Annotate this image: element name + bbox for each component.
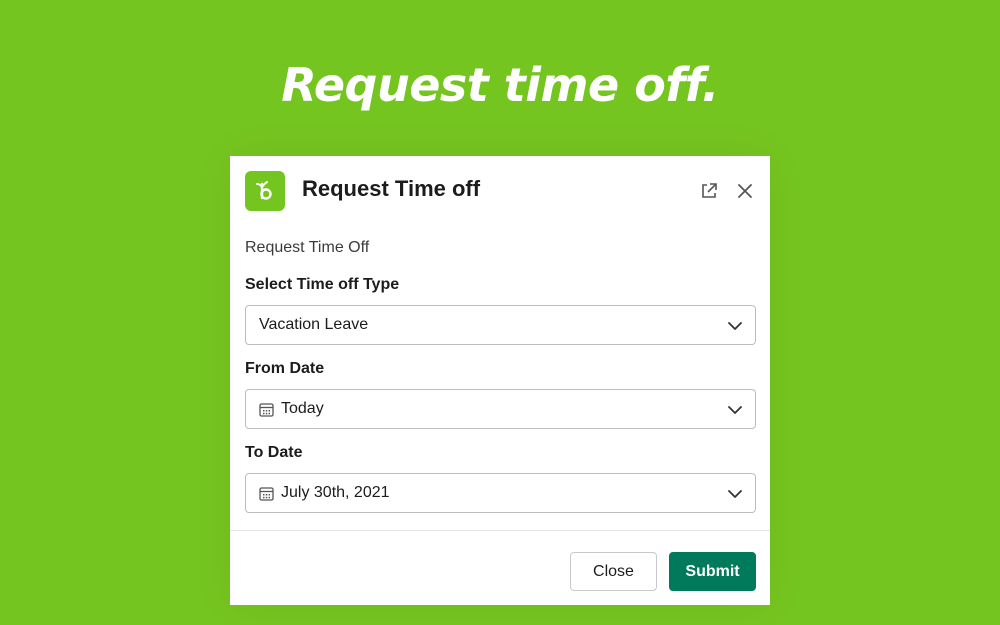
chevron-down-icon: [727, 318, 743, 334]
external-link-icon[interactable]: [696, 178, 722, 204]
time-off-type-label: Select Time off Type: [245, 276, 400, 293]
calendar-icon: [259, 486, 274, 501]
submit-button[interactable]: Submit: [669, 552, 756, 591]
from-date-picker[interactable]: Today: [245, 389, 756, 429]
time-off-type-value: Vacation Leave: [259, 316, 369, 333]
from-date-label: From Date: [245, 360, 325, 377]
time-off-type-select[interactable]: Vacation Leave: [245, 305, 756, 345]
request-time-off-modal: Request Time off Request Time Off Select…: [230, 156, 770, 605]
close-button[interactable]: Close: [570, 552, 657, 591]
to-date-label: To Date: [245, 444, 303, 461]
chevron-down-icon: [727, 486, 743, 502]
footer-divider: [230, 530, 770, 531]
close-icon[interactable]: [732, 178, 758, 204]
section-text: Request Time Off: [245, 239, 370, 256]
chevron-down-icon: [727, 402, 743, 418]
page-headline: Request time off.: [281, 58, 719, 112]
from-date-value: Today: [281, 400, 324, 417]
calendar-icon: [259, 402, 274, 417]
modal-header: Request Time off: [230, 156, 770, 226]
to-date-value: July 30th, 2021: [281, 484, 390, 501]
to-date-picker[interactable]: July 30th, 2021: [245, 473, 756, 513]
modal-title: Request Time off: [302, 176, 481, 201]
bamboohr-logo-icon: [245, 171, 285, 211]
